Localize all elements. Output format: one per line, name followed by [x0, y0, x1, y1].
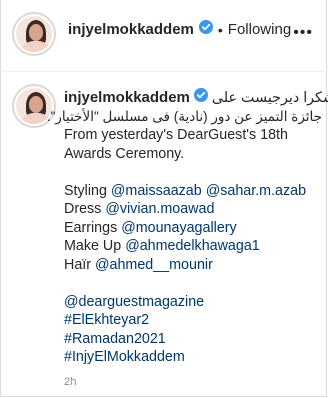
- header-avatar[interactable]: [12, 12, 56, 56]
- credit-label: Make Up: [64, 238, 122, 254]
- credit-dress: Dress @vivian.moawad: [64, 200, 322, 219]
- mention-link[interactable]: @ahmedelkhawaga1: [125, 238, 260, 254]
- following-button[interactable]: Following: [228, 21, 291, 38]
- post-timestamp[interactable]: 2h: [64, 376, 77, 388]
- credit-styling: Styling @maissaazab @sahar.m.azab: [64, 182, 322, 201]
- caption-username[interactable]: injyelmokkaddem: [64, 89, 190, 108]
- mention-link[interactable]: @sahar.m.azab: [206, 183, 306, 199]
- hashtag-link[interactable]: #Ramadan2021: [64, 331, 166, 347]
- hashtag-link[interactable]: #InjyElMokkaddem: [64, 349, 185, 365]
- credit-hair: Haïr @ahmed__mounir: [64, 256, 322, 275]
- mention-link[interactable]: @vivian.moawad: [105, 201, 214, 217]
- verified-badge-icon: [193, 88, 208, 108]
- credit-earrings: Earrings @mounayagallery: [64, 219, 322, 238]
- mention-link[interactable]: @dearguestmagazine: [64, 294, 204, 310]
- caption-arabic-line-2: جائزة التميز عن دور (نادية) فى مسلسل "ال…: [46, 108, 322, 124]
- credit-label: Dress: [64, 201, 102, 217]
- credit-makeup: Make Up @ahmedelkhawaga1: [64, 237, 322, 256]
- post-header: injyelmokkaddem • Following •••: [0, 0, 327, 72]
- hashtag-link[interactable]: #ElEkhteyar2: [64, 312, 149, 328]
- separator-dot: •: [217, 21, 223, 38]
- credit-label: Haïr: [64, 256, 92, 273]
- header-username[interactable]: injyelmokkaddem: [68, 21, 194, 38]
- verified-badge-icon: [198, 20, 213, 39]
- credit-label: Styling: [64, 182, 107, 199]
- caption-english-line-1: From yesterday's DearGuest's 18th: [64, 127, 288, 143]
- post-caption: injyelmokkaddem شكرا ديرجيست على جائزة ا…: [46, 88, 328, 367]
- caption-arabic-line-1: شكرا ديرجيست على: [211, 89, 328, 106]
- caption-english-line-2: Awards Ceremony.: [64, 145, 185, 162]
- mention-link[interactable]: @ahmed__mounir: [95, 257, 213, 273]
- mention-link[interactable]: @maissaazab: [111, 183, 202, 199]
- mention-link[interactable]: @mounayagallery: [121, 220, 236, 236]
- more-options-icon[interactable]: •••: [293, 24, 313, 42]
- credit-label: Earrings: [64, 219, 118, 236]
